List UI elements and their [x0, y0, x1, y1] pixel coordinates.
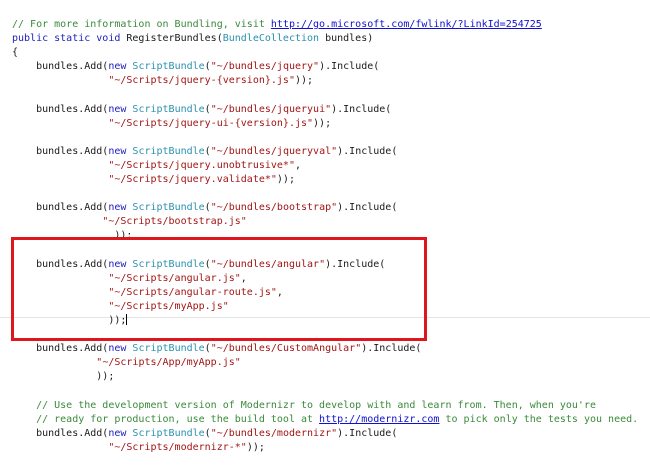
- code-keyword: new: [108, 103, 133, 115]
- code-string: "~/Scripts/jquery.validate*": [108, 174, 277, 186]
- code-line[interactable]: bundles.Add(new ScriptBundle("~/bundles/…: [12, 201, 638, 215]
- code-line[interactable]: bundles.Add(new ScriptBundle("~/bundles/…: [12, 342, 638, 356]
- code-string: "~/Scripts/jquery-ui-{version}.js": [108, 117, 314, 129]
- code-text: bundles.Add(: [12, 427, 109, 439]
- code-string: "~/Scripts/App/myApp.js": [96, 357, 241, 369]
- code-line[interactable]: [12, 384, 638, 398]
- code-text: ));: [294, 75, 314, 87]
- code-line[interactable]: [12, 131, 638, 145]
- code-line[interactable]: "~/Scripts/modernizr-*"));: [12, 441, 638, 455]
- code-line[interactable]: bundles.Add(new ScriptBundle("~/bundles/…: [12, 103, 638, 117]
- code-string: "~/bundles/CustomAngular": [210, 343, 362, 355]
- code-string: "~/Scripts/bootstrap.js": [102, 216, 247, 228]
- code-line[interactable]: ));: [12, 370, 638, 384]
- code-text: ));: [276, 174, 295, 186]
- code-string: "~/bundles/jqueryui": [210, 103, 332, 115]
- code-string: "~/bundles/jqueryval": [210, 145, 338, 157]
- code-text: ).Include(: [337, 145, 398, 157]
- code-text: ).Include(: [331, 103, 392, 115]
- code-line[interactable]: bundles.Add(new ScriptBundle("~/bundles/…: [12, 60, 638, 74]
- code-string: "~/Scripts/jquery.unobtrusive*": [108, 159, 295, 171]
- code-line[interactable]: [12, 88, 638, 102]
- code-text: bundles): [319, 33, 374, 45]
- code-keyword: new: [108, 202, 133, 214]
- code-text: ).Include(: [337, 427, 398, 439]
- code-type: BundleCollection: [222, 33, 320, 45]
- code-line[interactable]: // ready for production, use the build t…: [12, 413, 638, 427]
- code-text: bundles.Add(: [12, 145, 109, 157]
- code-string: "~/Scripts/jquery-{version}.js": [108, 75, 295, 87]
- code-text: bundles.Add(: [12, 103, 109, 115]
- code-text: bundles.Add(: [12, 61, 109, 73]
- code-line[interactable]: public static void RegisterBundles(Bundl…: [12, 32, 638, 46]
- code-text: RegisterBundles(: [126, 33, 223, 45]
- code-line[interactable]: bundles.Add(new ScriptBundle("~/bundles/…: [12, 145, 638, 159]
- code-line[interactable]: [12, 187, 638, 201]
- code-text: ));: [246, 441, 265, 453]
- code-line[interactable]: "~/Scripts/jquery-ui-{version}.js"));: [12, 117, 638, 131]
- code-line[interactable]: bundles.Add(new ScriptBundle("~/bundles/…: [12, 427, 638, 441]
- code-text: bundles.Add(: [12, 343, 109, 355]
- code-link[interactable]: http://go.microsoft.com/fwlink/?LinkId=2…: [271, 19, 542, 30]
- code-keyword: new: [108, 61, 133, 73]
- code-type: ScriptBundle: [132, 202, 205, 214]
- code-type: ScriptBundle: [132, 61, 205, 73]
- code-string: "~/bundles/jquery": [210, 61, 320, 73]
- code-text: ));: [12, 371, 115, 383]
- code-line[interactable]: "~/Scripts/bootstrap.js": [12, 215, 638, 229]
- code-text: ).Include(: [319, 61, 380, 73]
- code-comment: // Use the development version of Modern…: [12, 399, 596, 411]
- code-string: "~/Scripts/modernizr-*": [108, 441, 247, 453]
- code-type: ScriptBundle: [132, 103, 205, 115]
- code-line[interactable]: // For more information on Bundling, vis…: [12, 18, 638, 32]
- code-line[interactable]: "~/Scripts/jquery-{version}.js"));: [12, 74, 638, 88]
- code-link[interactable]: http://modernizr.com: [319, 414, 439, 425]
- code-text: {: [12, 47, 19, 59]
- code-keyword: public static void: [12, 33, 127, 45]
- code-line[interactable]: // Use the development version of Modern…: [12, 399, 638, 413]
- code-keyword: new: [108, 427, 133, 439]
- code-type: ScriptBundle: [132, 145, 205, 157]
- code-type: ScriptBundle: [132, 427, 205, 439]
- code-line[interactable]: {: [12, 46, 638, 60]
- code-text: bundles.Add(: [12, 202, 109, 214]
- code-line[interactable]: "~/Scripts/jquery.validate*"));: [12, 173, 638, 187]
- code-keyword: new: [108, 343, 133, 355]
- code-comment: to pick only the tests you need.: [439, 413, 639, 425]
- code-text: ).Include(: [361, 343, 422, 355]
- code-type: ScriptBundle: [132, 343, 205, 355]
- code-text: ,: [294, 159, 301, 171]
- code-line[interactable]: "~/Scripts/App/myApp.js": [12, 356, 638, 370]
- code-string: "~/bundles/modernizr": [210, 427, 338, 439]
- code-text: ));: [313, 117, 332, 129]
- code-line[interactable]: "~/Scripts/jquery.unobtrusive*",: [12, 159, 638, 173]
- highlight-box-angular-bundle: [11, 237, 427, 341]
- code-text: ).Include(: [337, 202, 398, 214]
- code-string: "~/bundles/bootstrap": [210, 202, 338, 214]
- code-comment: // ready for production, use the build t…: [12, 413, 320, 425]
- code-keyword: new: [108, 145, 133, 157]
- code-comment: // For more information on Bundling, vis…: [12, 19, 271, 30]
